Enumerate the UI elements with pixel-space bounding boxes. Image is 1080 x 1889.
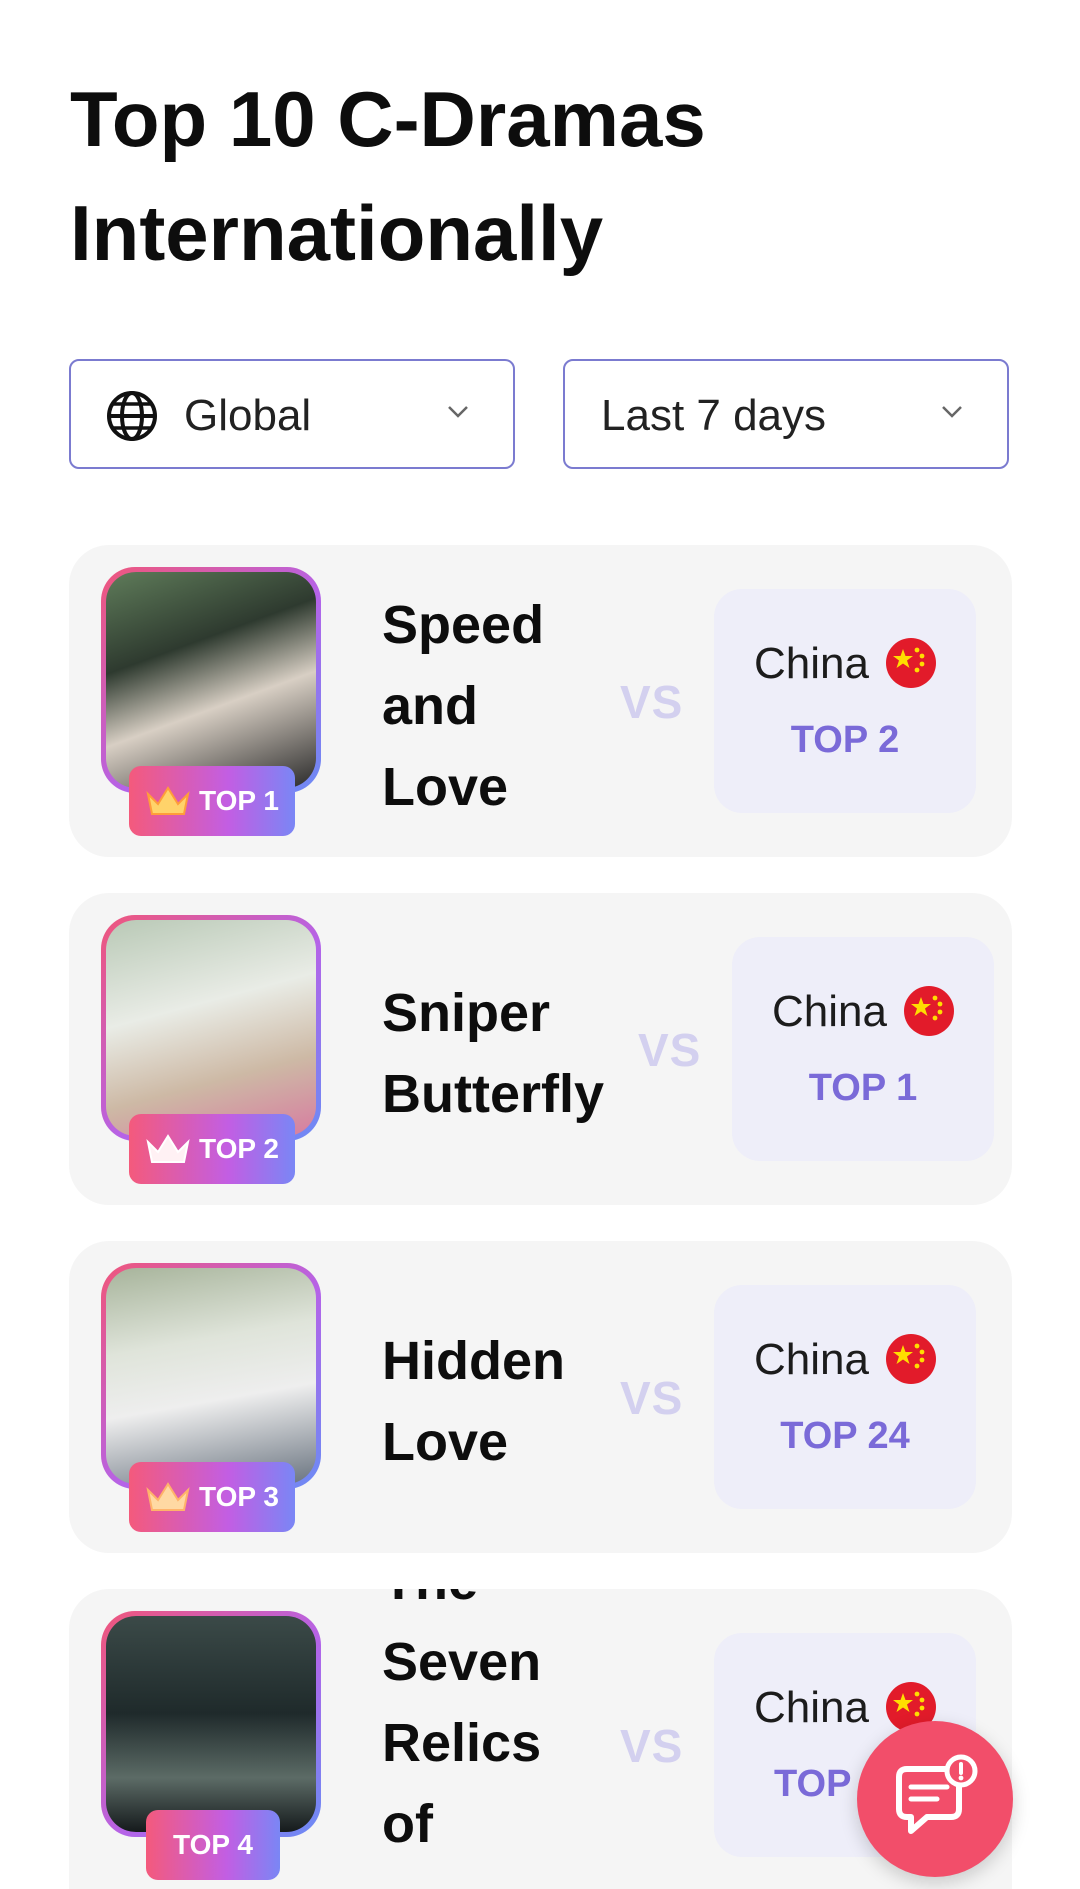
poster: TOP 3 [101, 1263, 321, 1532]
rank-badge-label: TOP 4 [173, 1829, 253, 1860]
rank-badge: TOP 4 [146, 1810, 280, 1880]
vs-label: VS [620, 1720, 684, 1772]
country-name: China [772, 987, 887, 1036]
drama-title-line: Relics [382, 1713, 542, 1773]
drama-title[interactable]: Hidden Love [382, 1321, 565, 1483]
crown-icon [146, 1482, 190, 1511]
drama-title-line: and [382, 676, 479, 736]
page-title-line-2: Internationally [70, 189, 604, 277]
vs-label: VS [620, 1372, 684, 1424]
country-rank: TOP 2 [790, 719, 900, 761]
region-dropdown-value: Global [184, 391, 312, 440]
drama-title-line: Love [382, 1412, 509, 1472]
drama-title-line: Sniper [382, 983, 551, 1043]
crown-icon [146, 1134, 190, 1163]
country-rank-box: China TOP 2 [714, 589, 976, 813]
region-dropdown[interactable]: Global [69, 359, 515, 469]
poster: TOP 2 [101, 915, 321, 1184]
drama-title-line: Seven [382, 1632, 542, 1692]
ranking-card-2[interactable]: TOP 2 Sniper Butterfly VS China TOP 1 [69, 893, 1012, 1205]
country-rank-box: China TOP 1 [732, 937, 994, 1161]
ranking-card-3[interactable]: TOP 3 Hidden Love VS China TOP 24 [69, 1241, 1012, 1553]
period-dropdown-value: Last 7 days [601, 391, 827, 440]
chat-button[interactable] [857, 1721, 1013, 1877]
page-title-line-1: Top 10 C-Dramas [70, 75, 706, 163]
drama-title[interactable]: The Seven Relics of [382, 1589, 541, 1865]
chevron-down-icon [942, 406, 962, 418]
chevron-down-icon [448, 406, 468, 418]
page-title: Top 10 C-Dramas Internationally [70, 62, 706, 290]
china-flag-icon [886, 1334, 936, 1384]
drama-title-line: The [382, 1589, 541, 1622]
drama-title-line: Hidden [382, 1331, 565, 1391]
country-rank: TOP 24 [780, 1415, 910, 1457]
rank-badge: TOP 2 [129, 1114, 295, 1184]
country-rank-box: China TOP 24 [714, 1285, 976, 1509]
rank-badge: TOP 1 [129, 766, 295, 836]
drama-title-line: Speed [382, 595, 545, 655]
vs-label: VS [638, 1024, 702, 1076]
chat-icon [896, 1754, 978, 1834]
period-dropdown[interactable]: Last 7 days [563, 359, 1009, 469]
china-flag-icon [904, 986, 954, 1036]
drama-title-line: Love [382, 757, 509, 817]
vs-label: VS [620, 676, 684, 728]
drama-title-line: Butterfly [382, 1064, 605, 1124]
rank-badge-label: TOP 2 [199, 1133, 279, 1164]
poster: TOP 4 [101, 1611, 321, 1880]
ranking-card-1[interactable]: TOP 1 Speed and Love VS China TOP 2 [69, 545, 1012, 857]
drama-title-line: of [382, 1794, 433, 1854]
crown-icon [146, 786, 190, 815]
poster: TOP 1 [101, 567, 321, 836]
country-rank: TOP 1 [808, 1067, 918, 1109]
country-name: China [754, 1335, 869, 1384]
rank-badge-label: TOP 3 [199, 1481, 279, 1512]
drama-title[interactable]: Speed and Love [382, 585, 544, 828]
rank-badge: TOP 3 [129, 1462, 295, 1532]
country-name: China [754, 1683, 869, 1732]
rank-badge-label: TOP 1 [199, 785, 279, 816]
drama-title[interactable]: Sniper Butterfly [382, 973, 604, 1135]
china-flag-icon [886, 638, 936, 688]
country-name: China [754, 639, 869, 688]
globe-icon [107, 391, 157, 441]
